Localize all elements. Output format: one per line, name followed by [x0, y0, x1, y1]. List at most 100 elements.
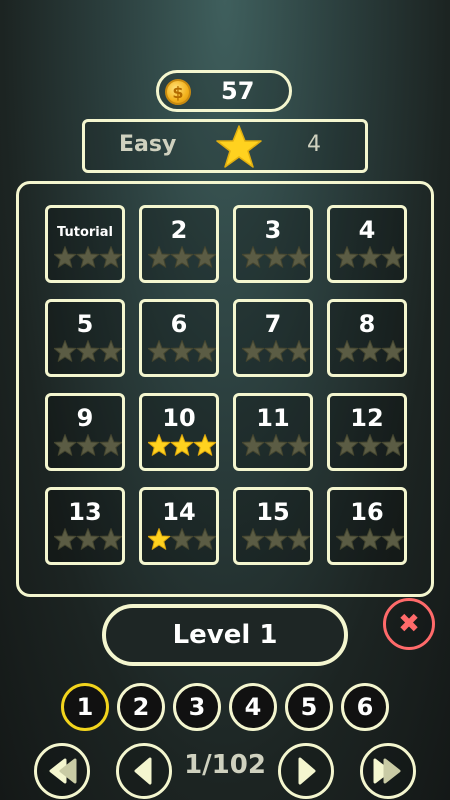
level-button[interactable]: 2	[139, 205, 219, 283]
star-empty-icon	[76, 246, 100, 268]
last-page-button[interactable]	[360, 743, 416, 799]
level-button[interactable]: 15	[233, 487, 313, 565]
level-stars	[148, 340, 216, 362]
star-empty-icon	[287, 340, 310, 362]
level-button[interactable]: 4	[327, 205, 407, 283]
next-page-button[interactable]	[278, 743, 334, 799]
double-left-arrow-icon	[49, 758, 77, 784]
level-stars	[336, 434, 404, 456]
level-number: 12	[350, 404, 384, 432]
page-button-4[interactable]: 4	[229, 683, 277, 731]
star-empty-icon	[381, 434, 404, 456]
star-empty-icon	[358, 340, 382, 362]
star-empty-icon	[193, 340, 216, 362]
level-stars	[54, 340, 122, 362]
difficulty-label: Easy	[119, 132, 177, 157]
level-stars	[148, 528, 216, 550]
level-number: Tutorial	[57, 225, 113, 240]
star-empty-icon	[76, 434, 100, 456]
right-arrow-icon	[298, 757, 316, 785]
star-empty-icon	[264, 340, 288, 362]
coin-count: 57	[221, 77, 255, 105]
page-button-5[interactable]: 5	[285, 683, 333, 731]
star-empty-icon	[193, 528, 216, 550]
level-button[interactable]: 3	[233, 205, 313, 283]
star-empty-icon	[54, 340, 77, 362]
level-button[interactable]: 9	[45, 393, 125, 471]
level-number: 14	[162, 498, 196, 526]
star-empty-icon	[242, 340, 265, 362]
star-earned-icon	[170, 434, 194, 456]
level-stars	[336, 340, 404, 362]
star-empty-icon	[381, 528, 404, 550]
star-earned-icon	[148, 528, 171, 550]
page-button-6[interactable]: 6	[341, 683, 389, 731]
level-number: 11	[256, 404, 290, 432]
page-button-2[interactable]: 2	[117, 683, 165, 731]
level-button[interactable]: 5	[45, 299, 125, 377]
level-bar: Level 1	[102, 604, 348, 666]
level-button[interactable]: 12	[327, 393, 407, 471]
level-title: Level 1	[172, 620, 278, 650]
double-right-arrow-icon	[373, 758, 401, 784]
level-number: 15	[256, 498, 290, 526]
star-empty-icon	[264, 528, 288, 550]
star-empty-icon	[170, 528, 194, 550]
left-arrow-icon	[134, 757, 152, 785]
level-button[interactable]: 13	[45, 487, 125, 565]
star-empty-icon	[170, 246, 194, 268]
level-stars	[336, 528, 404, 550]
star-empty-icon	[242, 528, 265, 550]
level-number: 3	[264, 216, 282, 244]
star-empty-icon	[99, 246, 122, 268]
level-number: 5	[76, 310, 94, 338]
level-stars	[148, 434, 216, 456]
star-empty-icon	[148, 246, 171, 268]
level-number: 9	[76, 404, 94, 432]
star-empty-icon	[99, 528, 122, 550]
level-number: 10	[162, 404, 196, 432]
level-button[interactable]: 14	[139, 487, 219, 565]
star-empty-icon	[99, 434, 122, 456]
level-stars	[242, 528, 310, 550]
star-earned-icon	[148, 434, 171, 456]
star-empty-icon	[54, 246, 77, 268]
star-empty-icon	[76, 340, 100, 362]
star-empty-icon	[264, 434, 288, 456]
level-stars	[54, 434, 122, 456]
level-grid: Tutorial 2 3 4 5 6 7 8 9 10 11 12 13 14 15 16	[16, 181, 434, 597]
star-empty-icon	[336, 246, 359, 268]
star-empty-icon	[242, 246, 265, 268]
level-number: 4	[358, 216, 376, 244]
level-button[interactable]: Tutorial	[45, 205, 125, 283]
level-button[interactable]: 6	[139, 299, 219, 377]
level-button[interactable]: 10	[139, 393, 219, 471]
level-button[interactable]: 7	[233, 299, 313, 377]
star-empty-icon	[336, 434, 359, 456]
level-stars	[54, 528, 122, 550]
star-empty-icon	[358, 246, 382, 268]
level-number: 13	[68, 498, 102, 526]
star-empty-icon	[76, 528, 100, 550]
level-number: 2	[170, 216, 188, 244]
level-button[interactable]: 11	[233, 393, 313, 471]
level-stars	[242, 340, 310, 362]
page-button-1[interactable]: 1	[61, 683, 109, 731]
star-empty-icon	[381, 246, 404, 268]
star-empty-icon	[54, 434, 77, 456]
level-button[interactable]: 8	[327, 299, 407, 377]
star-empty-icon	[170, 340, 194, 362]
page-button-3[interactable]: 3	[173, 683, 221, 731]
star-empty-icon	[287, 434, 310, 456]
coin-icon: $	[165, 79, 191, 105]
star-empty-icon	[264, 246, 288, 268]
star-icon	[216, 125, 262, 168]
prev-page-button[interactable]	[116, 743, 172, 799]
level-stars	[148, 246, 216, 268]
close-button[interactable]: ✖	[383, 598, 435, 650]
level-button[interactable]: 16	[327, 487, 407, 565]
first-page-button[interactable]	[34, 743, 90, 799]
page-indicator: 1/102	[184, 750, 266, 780]
star-empty-icon	[242, 434, 265, 456]
coin-counter: $ 57	[156, 70, 292, 112]
